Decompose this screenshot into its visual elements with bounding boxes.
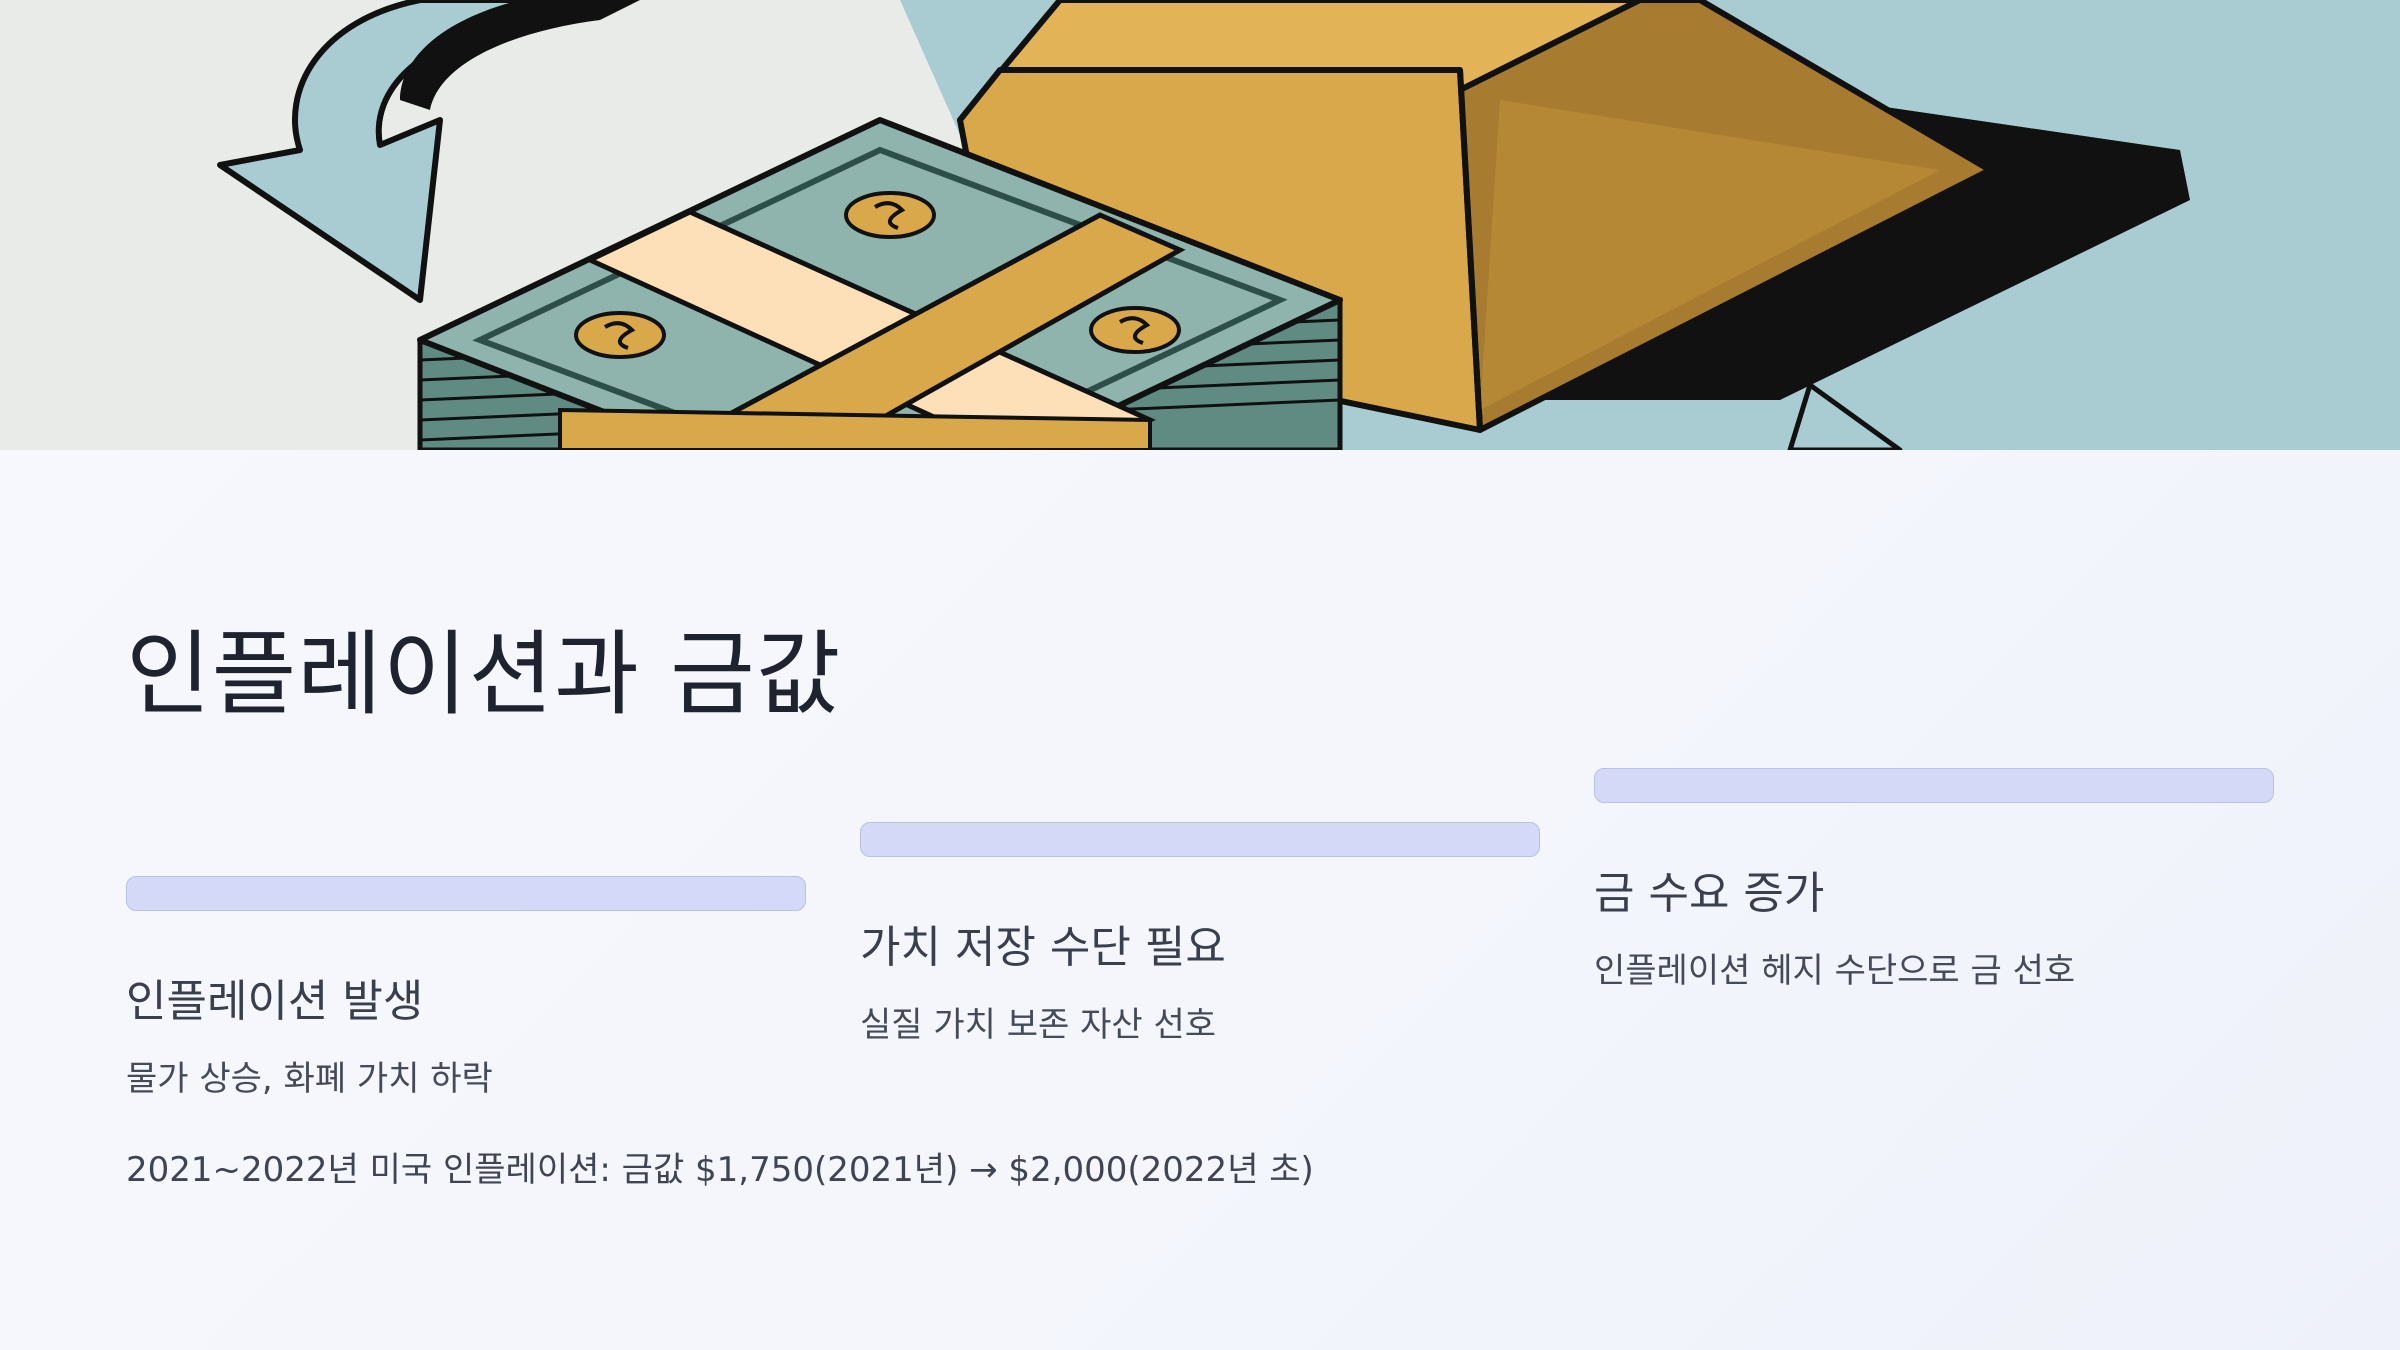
step-2: 가치 저장 수단 필요 실질 가치 보존 자산 선호 [860, 822, 1540, 1046]
step-title: 가치 저장 수단 필요 [860, 922, 1226, 973]
step-bar [126, 876, 806, 911]
slide-title: 인플레이션과 금값 [126, 621, 842, 728]
step-1: 인플레이션 발생 물가 상승, 화폐 가치 하락 [126, 876, 806, 1100]
slide: 인플레이션과 금값 인플레이션 발생 물가 상승, 화폐 가치 하락 가치 저장… [0, 0, 2400, 1350]
footnote: 2021~2022년 미국 인플레이션: 금값 $1,750(2021년) → … [126, 1150, 1314, 1190]
hero-illustration [0, 0, 2400, 450]
step-description: 인플레이션 헤지 수단으로 금 선호 [1594, 951, 2076, 991]
step-title: 인플레이션 발생 [126, 976, 424, 1027]
step-description: 물가 상승, 화폐 가치 하락 [126, 1059, 493, 1099]
step-bar [860, 822, 1540, 857]
step-title: 금 수요 증가 [1594, 868, 1825, 919]
step-bar [1594, 768, 2274, 803]
step-3: 금 수요 증가 인플레이션 헤지 수단으로 금 선호 [1594, 768, 2274, 992]
step-description: 실질 가치 보존 자산 선호 [860, 1005, 1217, 1045]
